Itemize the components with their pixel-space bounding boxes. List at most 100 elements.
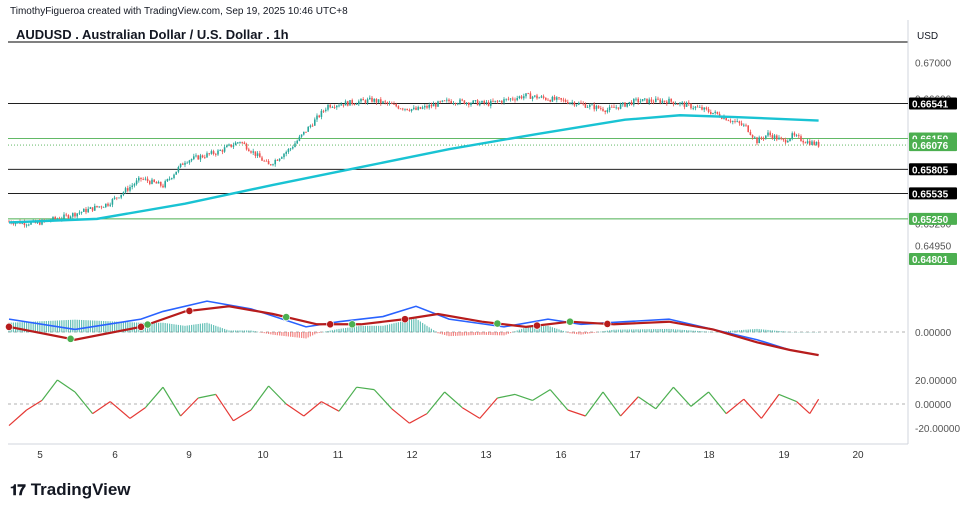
candle-body (254, 151, 257, 156)
candle-body (459, 99, 461, 104)
candle (448, 98, 450, 103)
macd-histogram-bar (367, 325, 369, 333)
candle (188, 159, 191, 165)
candle (256, 151, 259, 158)
candle-body (516, 98, 518, 101)
macd-histogram-bar (70, 319, 72, 333)
candle (446, 97, 448, 103)
candle (105, 203, 107, 209)
candle-body (166, 179, 169, 182)
macd-histogram-bar (204, 323, 206, 333)
macd-histogram-bar (413, 319, 415, 333)
candle-body (606, 110, 609, 112)
macd-histogram-bar (375, 325, 377, 333)
candle-body (184, 162, 186, 165)
candle (314, 117, 316, 126)
candle (283, 153, 285, 160)
candle-body (793, 133, 796, 136)
candle-body (461, 99, 463, 101)
macd-histogram-bar (358, 326, 360, 333)
macd-histogram-bar (778, 330, 780, 333)
macd-histogram-bar (556, 328, 558, 333)
candle (316, 113, 318, 122)
candle (745, 123, 747, 127)
candle (270, 163, 272, 166)
candle (285, 150, 287, 157)
candle-body (263, 160, 265, 162)
candle (606, 107, 609, 114)
candle (567, 99, 569, 105)
candle-body (283, 153, 285, 158)
candle (732, 120, 734, 125)
candle (243, 141, 246, 145)
candle (450, 99, 452, 104)
candle-body (439, 101, 441, 103)
candle-body (243, 142, 246, 145)
macd-histogram-bar (738, 330, 740, 333)
macd-histogram-bar (450, 332, 452, 337)
macd-histogram-bar (213, 325, 215, 333)
candle-body (608, 106, 611, 111)
oscillator-segment (180, 397, 199, 417)
candle-body (303, 131, 305, 135)
candle (531, 95, 534, 102)
macd-histogram-bar (177, 324, 179, 333)
candle (527, 92, 529, 95)
candle-body (201, 155, 204, 158)
candle (349, 100, 351, 106)
macd-histogram-bar (516, 330, 518, 333)
macd-histogram-bar (655, 329, 657, 333)
candle-body (512, 98, 514, 100)
candle-body (760, 137, 763, 139)
candle-body (637, 98, 639, 103)
candle-body (551, 96, 554, 102)
macd-histogram-bar (745, 329, 747, 333)
candle (597, 105, 600, 109)
osc-tick-label-1: 0.00000 (915, 400, 952, 411)
candle-body (765, 135, 767, 139)
candle-body (120, 194, 122, 198)
candle (186, 161, 188, 164)
macd-histogram-bar (408, 319, 410, 333)
candle (740, 120, 743, 126)
candle-body (468, 102, 470, 105)
tradingview-brand[interactable]: 𝟏𝟕 TradingView (10, 480, 131, 500)
candle-body (782, 138, 785, 140)
macd-histogram-bar (320, 332, 322, 333)
candle (564, 98, 567, 103)
candle-body (437, 101, 439, 107)
candle (443, 100, 446, 102)
macd-histogram-bar (290, 332, 292, 337)
candle-body (419, 107, 422, 109)
oscillator-segment (162, 386, 182, 417)
macd-histogram-bar (48, 320, 50, 333)
macd-histogram-bar (87, 320, 89, 333)
macd-histogram-bar (373, 325, 375, 333)
candle-body (580, 102, 582, 104)
candle (679, 101, 681, 107)
candle-body (540, 96, 543, 98)
candle (303, 131, 305, 136)
candle (518, 95, 521, 100)
time-tick-label-0: 5 (37, 450, 43, 461)
candle-body (386, 102, 389, 104)
candle-body (179, 163, 182, 168)
candle-body (307, 126, 309, 132)
candle (160, 181, 162, 188)
candle-body (377, 99, 380, 103)
candle-body (76, 213, 78, 217)
candle-body (518, 96, 521, 99)
candle (325, 107, 327, 113)
candle (743, 123, 745, 127)
candle (760, 136, 763, 140)
oscillator-segment (144, 386, 164, 408)
macd-histogram-bar (67, 319, 69, 333)
macd-histogram-bar (160, 322, 162, 333)
macd-histogram-bar (730, 330, 732, 333)
macd-histogram-bar (470, 332, 472, 336)
macd-histogram-bar (620, 329, 622, 333)
macd-histogram-bar (162, 322, 164, 333)
candle-body (571, 102, 573, 104)
macd-histogram-bar (182, 325, 184, 333)
chart-canvas[interactable]: 0.670000.666000.652000.649500.665410.661… (0, 0, 975, 514)
